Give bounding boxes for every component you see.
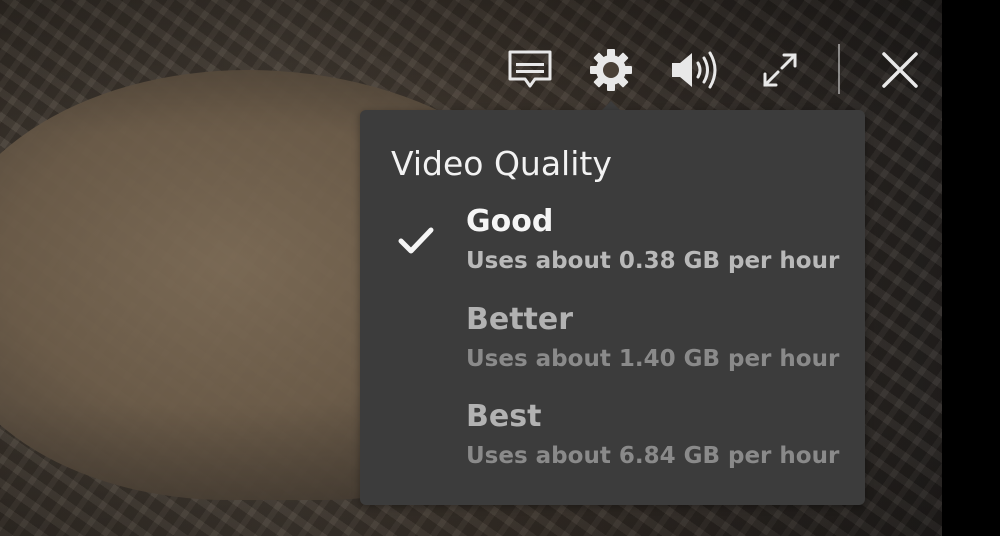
close-button[interactable] [874, 44, 926, 96]
controls-divider [838, 44, 840, 94]
quality-option-label: Best [466, 399, 542, 434]
checkmark-icon [398, 226, 434, 260]
quality-option-description: Uses about 6.84 GB per hour [466, 443, 840, 469]
subtitles-icon [507, 49, 553, 91]
gear-icon [588, 47, 634, 93]
settings-button[interactable] [585, 44, 637, 96]
volume-icon [670, 50, 722, 90]
quality-option-better[interactable]: Better Uses about 1.40 GB per hour [360, 300, 865, 396]
panel-title: Video Quality [391, 144, 612, 183]
quality-option-label: Better [466, 302, 574, 337]
quality-option-description: Uses about 1.40 GB per hour [466, 346, 840, 372]
letterbox-bar [942, 0, 1000, 536]
fullscreen-icon [760, 50, 800, 90]
quality-option-description: Uses about 0.38 GB per hour [466, 248, 840, 274]
video-quality-panel: Video Quality Good Uses about 0.38 GB pe… [360, 110, 865, 505]
video-player: Video Quality Good Uses about 0.38 GB pe… [0, 0, 1000, 536]
subtitles-button[interactable] [504, 44, 556, 96]
quality-option-good[interactable]: Good Uses about 0.38 GB per hour [360, 202, 865, 298]
quality-option-best[interactable]: Best Uses about 6.84 GB per hour [360, 397, 865, 493]
volume-button[interactable] [670, 44, 722, 96]
quality-option-label: Good [466, 204, 554, 239]
fullscreen-button[interactable] [754, 44, 806, 96]
close-icon [880, 50, 920, 90]
